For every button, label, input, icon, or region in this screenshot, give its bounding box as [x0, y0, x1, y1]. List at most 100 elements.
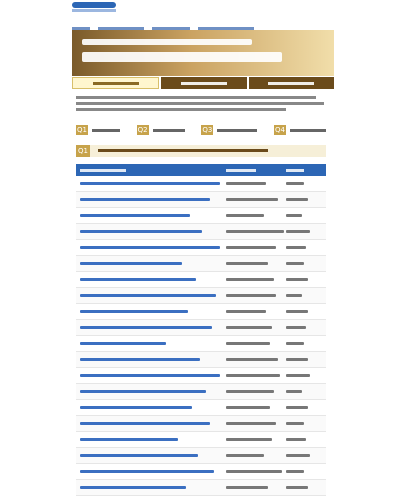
table-cell-company: [226, 454, 286, 457]
q2-icon: Q2: [136, 125, 149, 135]
table-row: [76, 464, 326, 480]
table-cell-question[interactable]: [76, 246, 226, 249]
table-cell-name: [286, 374, 326, 377]
table-cell-question[interactable]: [76, 326, 226, 329]
table-cell-name: [286, 406, 326, 409]
table-cell-question[interactable]: [76, 342, 226, 345]
table-header-col-1: [80, 168, 126, 172]
question-badge-icon: Q1: [78, 147, 88, 155]
table-cell-company: [226, 486, 286, 489]
table-cell-name: [286, 230, 326, 233]
table-cell-name: [286, 214, 326, 217]
tab-3[interactable]: [248, 77, 334, 89]
table-cell-company: [226, 278, 286, 281]
table-cell-question[interactable]: [76, 470, 226, 473]
table-cell-question[interactable]: [76, 374, 226, 377]
table-cell-name: [286, 358, 326, 361]
table-cell-name: [286, 422, 326, 425]
hero-title-line-2: [82, 52, 282, 62]
table-cell-name: [286, 486, 326, 489]
site-logo[interactable]: [72, 2, 116, 12]
table-row: [76, 224, 326, 240]
table-cell-question[interactable]: [76, 454, 226, 457]
table-cell-question[interactable]: [76, 422, 226, 425]
table-cell-name: [286, 198, 326, 201]
table-cell-company: [226, 310, 286, 313]
table-cell-question[interactable]: [76, 230, 226, 233]
table-row: [76, 208, 326, 224]
table-cell-company: [226, 390, 286, 393]
table-row: [76, 368, 326, 384]
table-row: [76, 432, 326, 448]
q3-icon: Q3: [201, 125, 214, 135]
question-nav-q3[interactable]: Q3: [201, 124, 258, 136]
table-cell-name: [286, 278, 326, 281]
table-cell-question[interactable]: [76, 310, 226, 313]
table-row: [76, 176, 326, 192]
table-cell-question[interactable]: [76, 182, 226, 185]
hero-title-line-1: [82, 39, 252, 45]
table-cell-question[interactable]: [76, 358, 226, 361]
table-row: [76, 384, 326, 400]
q1-icon: Q1: [76, 125, 88, 135]
table-cell-question[interactable]: [76, 438, 226, 441]
table-body: [76, 176, 326, 496]
table-cell-question[interactable]: [76, 486, 226, 489]
table-cell-company: [226, 342, 286, 345]
page: Q1 Q2 Q3 Q4 Q1: [0, 0, 405, 500]
logo-mark-icon: [72, 2, 116, 8]
table-cell-name: [286, 470, 326, 473]
table-cell-company: [226, 406, 286, 409]
table-cell-company: [226, 198, 286, 201]
table-cell-company: [226, 374, 286, 377]
table-cell-name: [286, 246, 326, 249]
table-cell-question[interactable]: [76, 390, 226, 393]
table-row: [76, 352, 326, 368]
tab-2-label: [180, 81, 227, 85]
table-header: [76, 164, 326, 176]
table-row: [76, 336, 326, 352]
table-cell-company: [226, 470, 286, 473]
table-row: [76, 448, 326, 464]
table-row: [76, 400, 326, 416]
table-cell-name: [286, 182, 326, 185]
tab-1[interactable]: [72, 77, 160, 89]
table-row: [76, 416, 326, 432]
hero-banner: [72, 30, 334, 76]
table-cell-name: [286, 310, 326, 313]
table-row: [76, 256, 326, 272]
table-cell-question[interactable]: [76, 198, 226, 201]
table-row: [76, 272, 326, 288]
question-nav-q1[interactable]: Q1: [76, 124, 120, 136]
table-cell-company: [226, 182, 286, 185]
tab-2[interactable]: [161, 77, 247, 89]
tab-1-label: [92, 81, 139, 85]
intro-text: [76, 96, 326, 114]
table-cell-name: [286, 326, 326, 329]
table-cell-company: [226, 294, 286, 297]
table-cell-name: [286, 454, 326, 457]
table-cell-question[interactable]: [76, 214, 226, 217]
table-header-col-2: [226, 168, 256, 172]
table-cell-company: [226, 358, 286, 361]
table-cell-company: [226, 230, 286, 233]
table-cell-question[interactable]: [76, 278, 226, 281]
logo-subtext: [72, 9, 116, 12]
question-header: Q1: [76, 145, 326, 157]
question-nav-q2[interactable]: Q2: [136, 124, 185, 136]
table-cell-name: [286, 294, 326, 297]
table-cell-question[interactable]: [76, 294, 226, 297]
question-nav: Q1 Q2 Q3 Q4: [76, 124, 326, 136]
table-row: [76, 320, 326, 336]
question-nav-q4[interactable]: Q4: [273, 124, 326, 136]
table-cell-question[interactable]: [76, 262, 226, 265]
breadcrumb: [72, 18, 332, 30]
question-title: [98, 149, 268, 152]
table-cell-company: [226, 262, 286, 265]
table-row: [76, 304, 326, 320]
table-cell-question[interactable]: [76, 406, 226, 409]
table-cell-company: [226, 438, 286, 441]
table-cell-company: [226, 246, 286, 249]
q4-icon: Q4: [273, 125, 286, 135]
table-header-col-3: [286, 168, 304, 172]
